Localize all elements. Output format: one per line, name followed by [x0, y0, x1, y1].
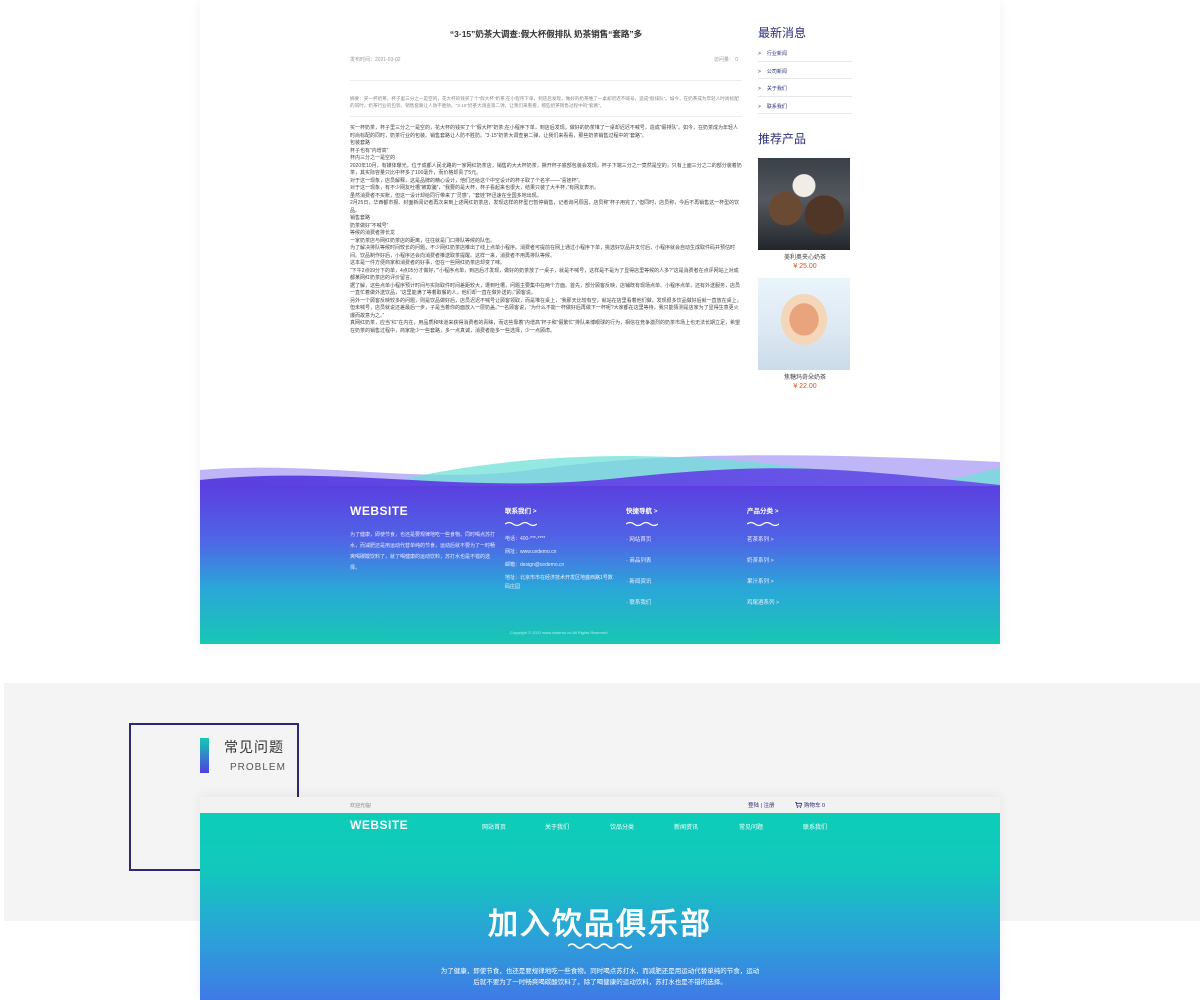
- footer-content: WEBSITE 为了健康，即使节食，也还是要规律地吃一些食物。同时喝点苏打水，而…: [200, 0, 1000, 644]
- footer-category-link[interactable]: 奶茶系列 >: [747, 556, 779, 564]
- contact-address: 地址：北京市市在经济技术开发区地盛西路1号数码庄园: [505, 575, 613, 590]
- wave-squiggle-icon: [626, 521, 658, 527]
- cart-icon: [795, 802, 803, 808]
- footer-category-heading[interactable]: 产品分类 >: [747, 505, 779, 515]
- nav-item-news[interactable]: 新闻资讯: [674, 822, 698, 831]
- contact-email[interactable]: 邮箱：design@cedemo.cn: [505, 561, 615, 570]
- nav-item-contact[interactable]: 联系我们: [803, 822, 827, 831]
- contact-website[interactable]: 网址：www.cedemo.cn: [505, 548, 615, 557]
- footer-copyright: Copyright © 2021 www.cedemo.cn All Right…: [510, 630, 608, 635]
- footer-logo: WEBSITE: [350, 504, 409, 518]
- footer-quicknav-heading[interactable]: 快捷导航 >: [626, 505, 658, 515]
- hero-title: 加入饮品俱乐部: [488, 908, 712, 941]
- footer-nav-link[interactable]: · 新闻资讯: [626, 577, 658, 585]
- top-bar: 欢迎光临! 登陆 | 注册 购物车 0: [200, 797, 1000, 813]
- faq-accent-bar: [200, 738, 209, 773]
- wave-squiggle-icon: [505, 521, 537, 527]
- page-canvas: “3·15”奶茶大调查:假大杯假排队 奶茶销售“套路”多 发布时间：2021-0…: [0, 0, 1200, 1000]
- login-register-link[interactable]: 登陆 | 注册: [748, 801, 775, 809]
- wave-squiggle-icon: [568, 943, 632, 949]
- cart-label: 购物车 0: [804, 803, 826, 809]
- welcome-text: 欢迎光临!: [350, 803, 372, 809]
- nav-item-about[interactable]: 关于我们: [545, 822, 569, 831]
- footer-description: 为了健康，即使节食，也还是要规律地吃一些食物。同时喝点苏打水，而减肥还是用运动代…: [350, 532, 496, 571]
- footer-category-column: 产品分类 > 茗茶系列 > 奶茶系列 > 果汁系列 > 鸡尾酒系列 >: [747, 505, 779, 619]
- contact-phone: 电话：400-***-****: [505, 536, 546, 542]
- hero-description: 为了健康，即使节食，也还是要规律地吃一些食物。同时喝点苏打水，而减肥还是用运动代…: [440, 968, 760, 986]
- footer-contact-heading[interactable]: 联系我们 >: [505, 505, 615, 515]
- footer-category-link[interactable]: 果汁系列 >: [747, 577, 779, 585]
- footer-contact-column: 联系我们 > 电话：400-***-**** 网址：www.cedemo.cn …: [505, 505, 615, 596]
- footer-category-link[interactable]: 鸡尾酒系列 >: [747, 598, 779, 606]
- footer-category-link[interactable]: 茗茶系列 >: [747, 535, 779, 543]
- footer-nav-link[interactable]: · 商品列表: [626, 556, 658, 564]
- footer-quicknav-column: 快捷导航 > · 网站首页 · 商品列表 · 新闻资讯 · 联系我们: [626, 505, 658, 619]
- cart-link[interactable]: 购物车 0: [795, 801, 825, 809]
- footer-nav-link[interactable]: · 联系我们: [626, 598, 658, 606]
- footer-nav-link[interactable]: · 网站首页: [626, 535, 658, 543]
- nav-item-drinks[interactable]: 饮品分类: [610, 822, 634, 831]
- site-logo[interactable]: WEBSITE: [350, 818, 408, 832]
- faq-title-cn: 常见问题: [224, 739, 284, 755]
- hero-banner: WEBSITE 网站首页 关于我们 饮品分类 新闻资讯 常见问题 联系我们 加入…: [200, 813, 1000, 1000]
- faq-title-en: PROBLEM: [230, 762, 286, 773]
- nav-item-home[interactable]: 网站首页: [482, 822, 506, 831]
- faq-page-card: 欢迎光临! 登陆 | 注册 购物车 0 WEBSITE 网站首页 关于我们 饮品…: [200, 797, 1000, 1000]
- wave-squiggle-icon: [747, 521, 779, 527]
- nav-item-faq[interactable]: 常见问题: [739, 822, 763, 831]
